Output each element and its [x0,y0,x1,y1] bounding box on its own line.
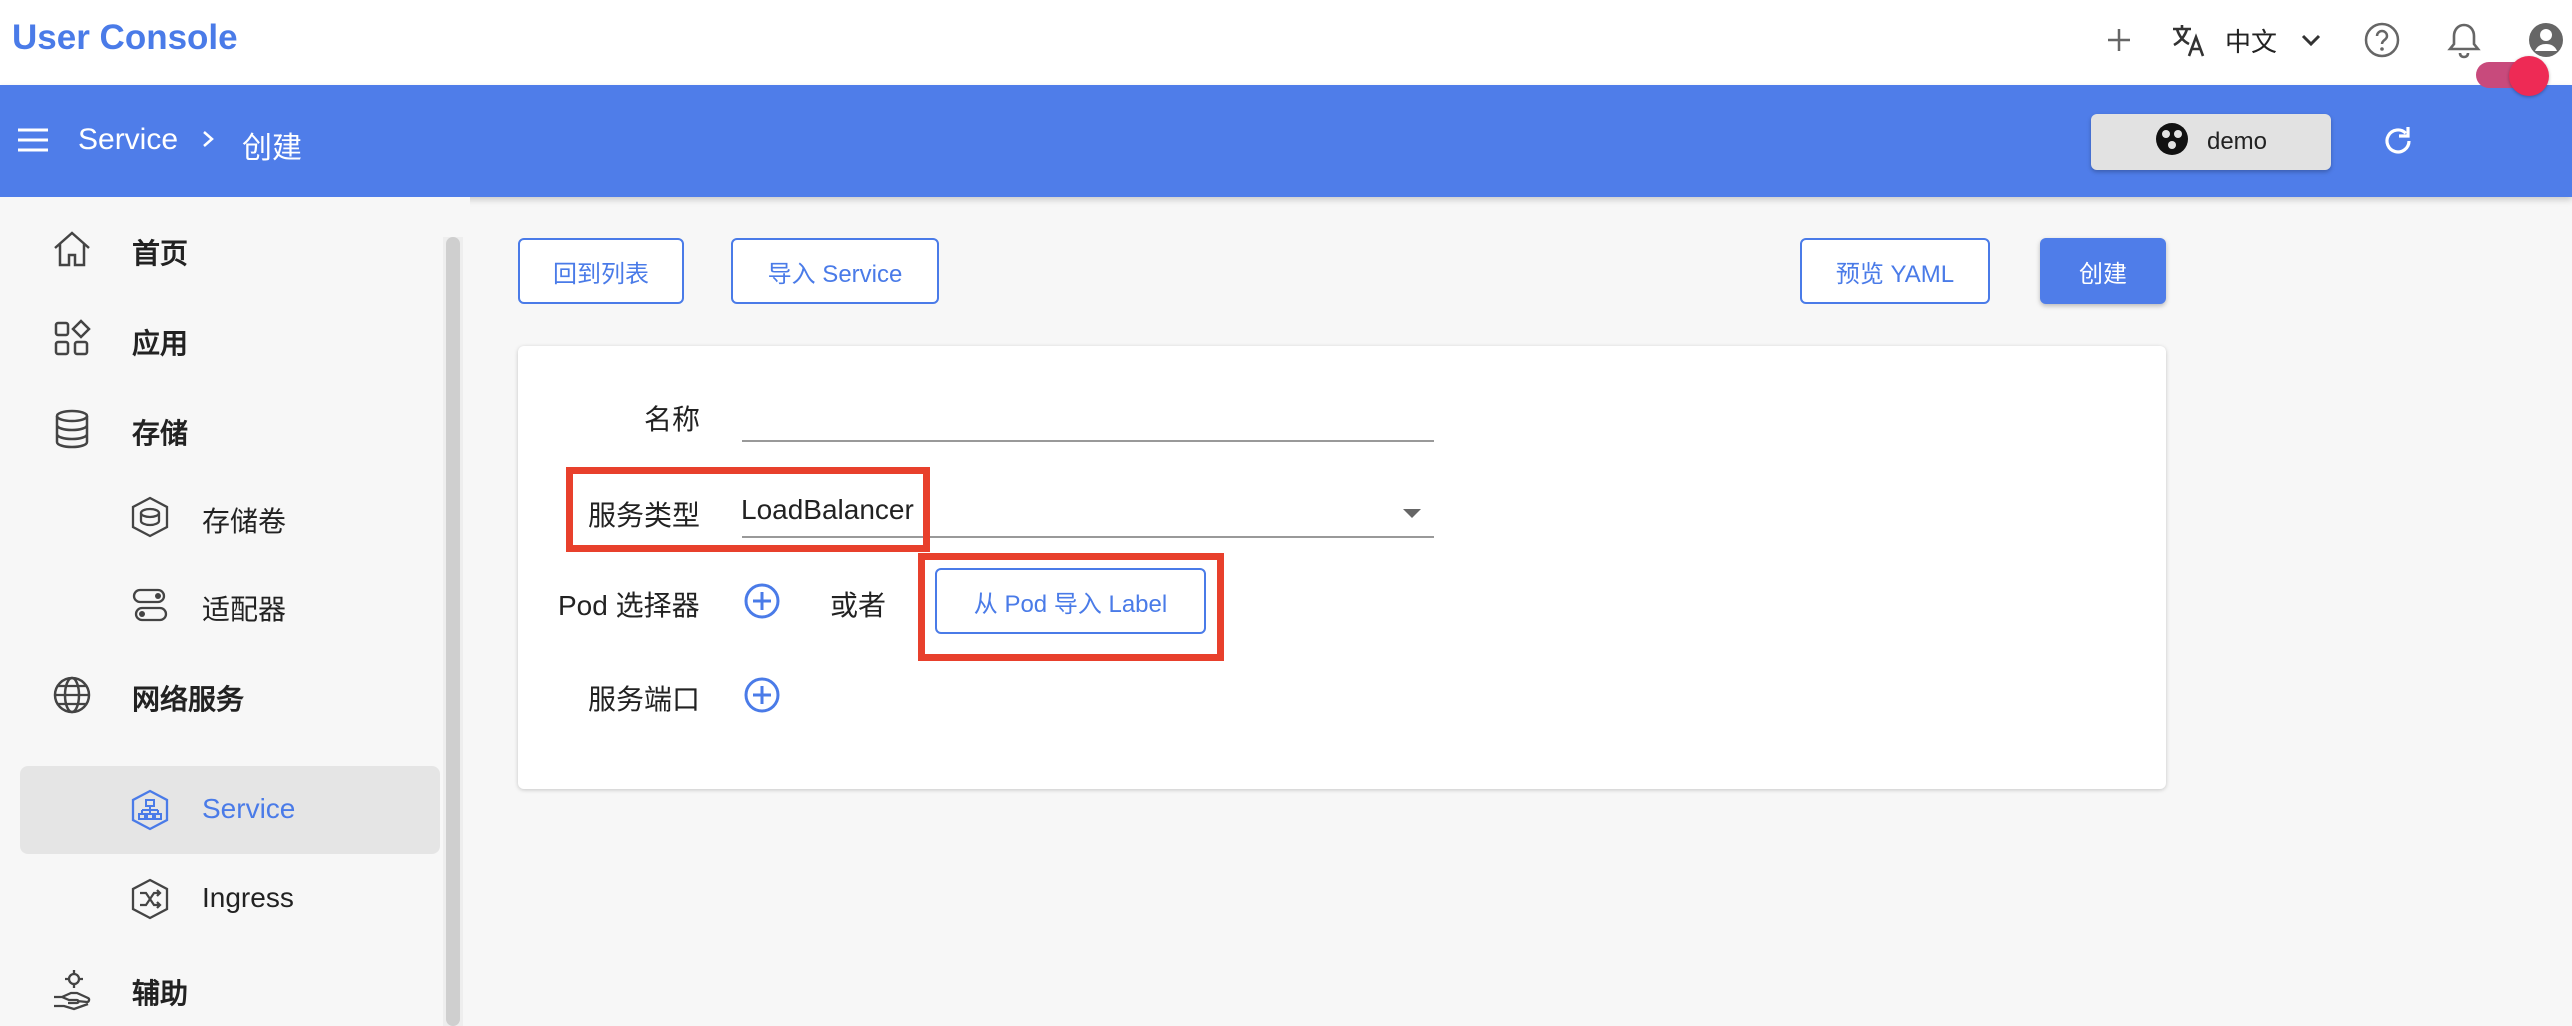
sidebar-scrollbar-thumb[interactable] [446,237,460,1026]
name-label: 名称 [644,404,701,435]
chevron-down-icon[interactable] [2287,16,2335,64]
ingress-icon [128,877,172,921]
sidebar-item-volumes[interactable]: 存储卷 [20,473,440,561]
theme-toggle[interactable] [2509,56,2549,96]
sidebar-item-label: 应用 [132,328,189,359]
database-icon [50,407,94,451]
highlight-service-type [566,467,930,552]
namespace-icon [2155,122,2189,163]
sidebar-item-label: Ingress [202,882,294,913]
sidebar-item-storage[interactable]: 存储 [20,385,440,473]
sidebar-item-label: 首页 [132,238,189,269]
app-title[interactable]: User Console [12,18,238,58]
top-bar: User Console 中文 [0,0,2572,85]
translate-icon[interactable] [2165,16,2213,64]
import-service-button[interactable]: 导入 Service [731,238,939,304]
refresh-icon[interactable] [2378,121,2418,161]
apps-icon [50,317,94,361]
chevron-right-icon [198,129,218,149]
globe-icon [50,673,94,717]
breadcrumb-create: 创建 [242,132,302,165]
create-button[interactable]: 创建 [2040,238,2166,304]
home-icon [50,227,94,271]
sidebar-item-label: Service [202,793,296,824]
sidebar: 首页 应用 存储 存储卷 适配器 网络服务 Service Ingress 辅助 [0,197,470,1026]
name-input[interactable] [742,388,1434,438]
plus-icon[interactable] [2095,16,2143,64]
back-to-list-button[interactable]: 回到列表 [518,238,684,304]
help-icon[interactable] [2358,16,2406,64]
add-service-port-icon[interactable] [742,675,782,715]
sidebar-item-network[interactable]: 网络服务 [20,651,440,739]
sidebar-item-service[interactable]: Service [20,766,440,854]
sidebar-item-ingress[interactable]: Ingress [20,855,440,943]
sidebar-item-label: 适配器 [202,594,287,625]
namespace-button[interactable]: demo [2091,114,2331,170]
breadcrumb-service[interactable]: Service [78,123,178,157]
sidebar-item-helper[interactable]: 辅助 [20,945,440,1026]
sidebar-item-apps[interactable]: 应用 [20,295,440,383]
name-input-underline [742,440,1434,442]
namespace-label: demo [2206,128,2268,155]
language-label[interactable]: 中文 [2225,22,2277,59]
nav-bar: Service 创建 demo [0,85,2572,197]
sidebar-item-label: 网络服务 [132,684,245,715]
sidebar-item-label: 辅助 [132,978,189,1009]
bell-icon[interactable] [2440,16,2488,64]
menu-icon[interactable] [16,125,50,155]
service-port-label: 服务端口 [588,684,701,715]
or-label: 或者 [830,590,887,621]
preview-yaml-button[interactable]: 预览 YAML [1800,238,1990,304]
sidebar-item-label: 存储卷 [202,506,287,537]
sidebar-item-label: 存储 [132,418,189,449]
add-pod-selector-icon[interactable] [742,581,782,621]
sidebar-item-adapters[interactable]: 适配器 [20,561,440,649]
service-icon [128,788,172,832]
sidebar-item-home[interactable]: 首页 [20,205,440,293]
pod-selector-label: Pod 选择器 [558,590,700,621]
helper-icon [50,967,94,1011]
adapter-icon [128,583,172,627]
volume-icon [128,495,172,539]
highlight-import-label-button [918,553,1224,661]
dropdown-arrow-icon[interactable] [1403,509,1421,518]
